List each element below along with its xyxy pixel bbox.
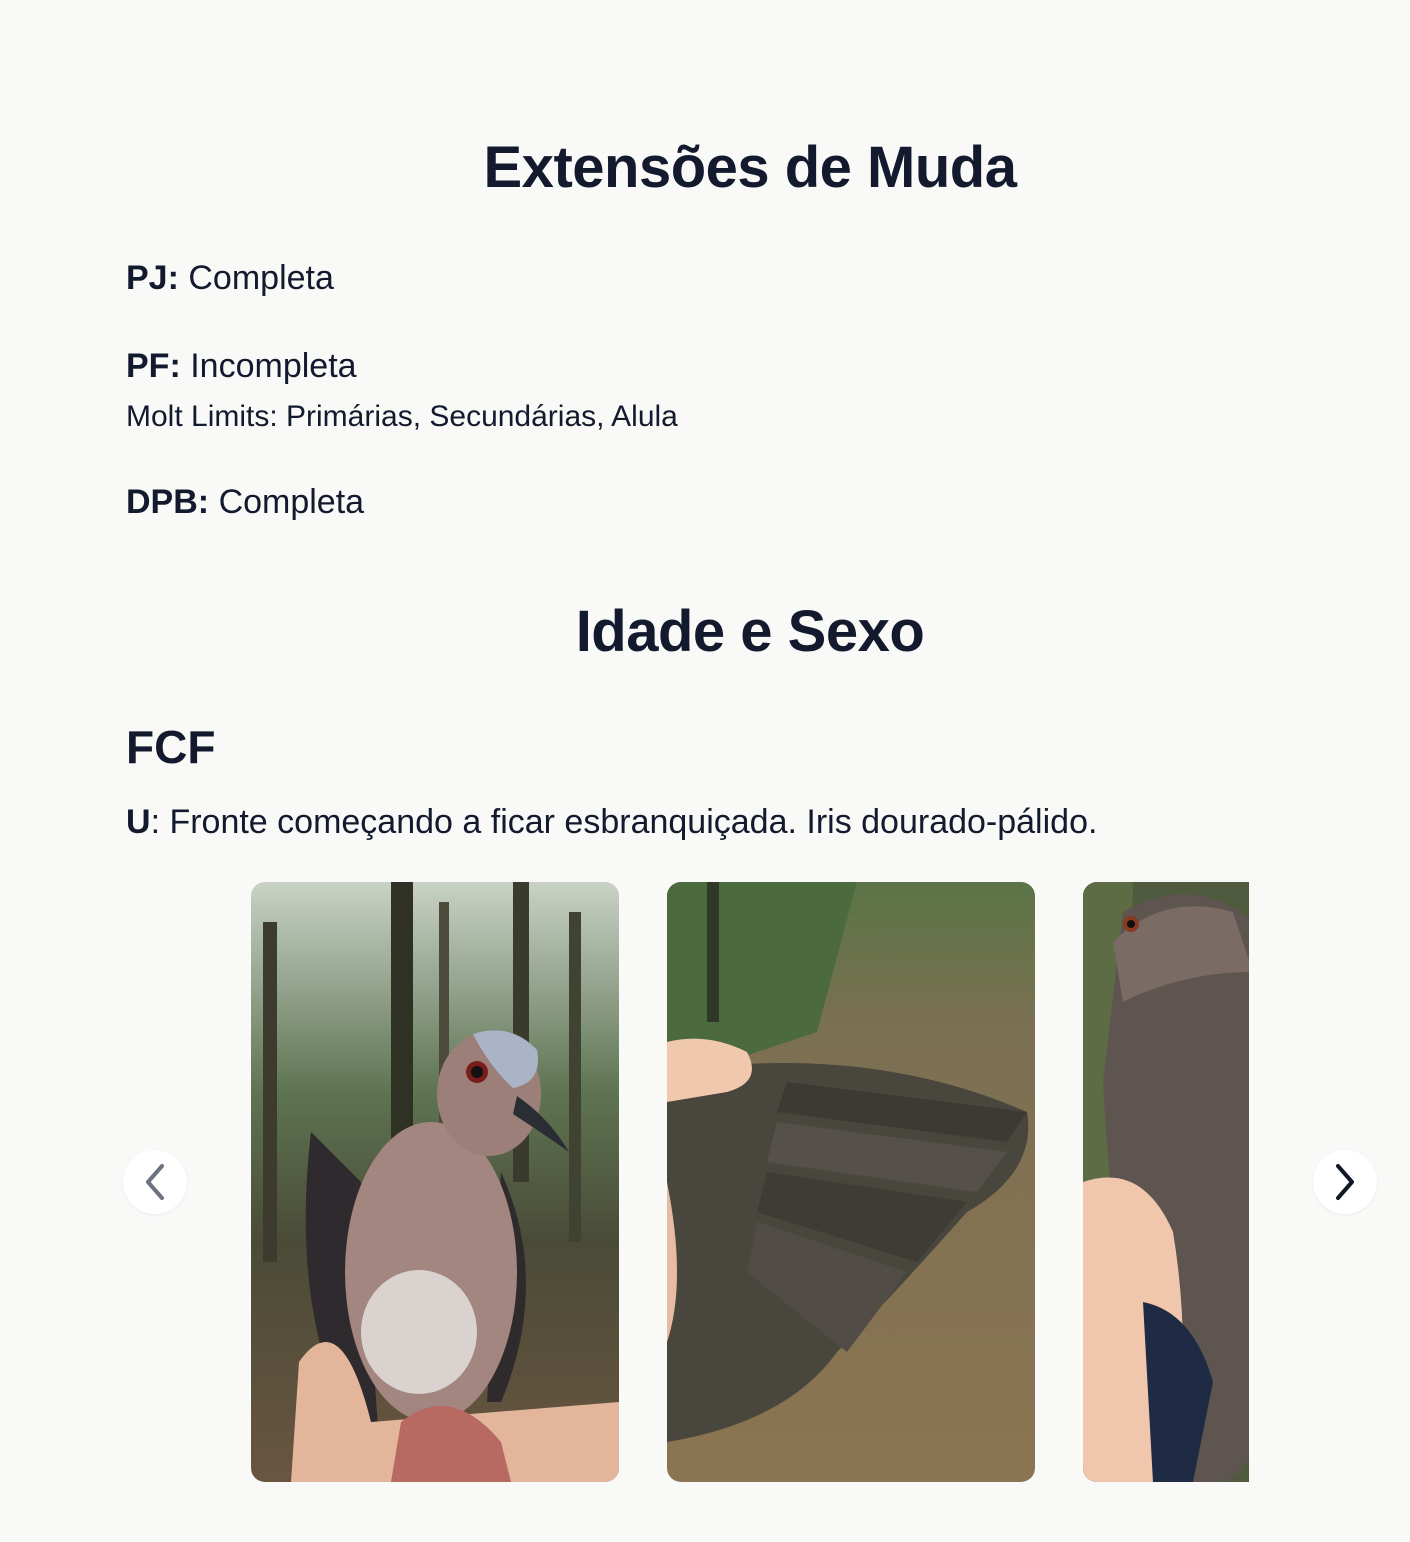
molt-pj-value: Completa xyxy=(188,259,334,297)
molt-pf-limits: Molt Limits: Primárias, Secundárias, Alu… xyxy=(126,400,678,433)
age-code-heading: FCF xyxy=(126,721,216,773)
molt-pf-label: PF: xyxy=(126,347,181,385)
photo-carousel[interactable] xyxy=(251,882,1249,1482)
age-description: U: Fronte começando a ficar esbranquiçad… xyxy=(126,803,1097,842)
bird-front-photo-image xyxy=(251,882,619,1482)
chevron-right-icon xyxy=(1336,1164,1354,1200)
carousel-prev-button[interactable] xyxy=(123,1150,187,1214)
age-description-label: U xyxy=(126,803,151,841)
carousel-next-button[interactable] xyxy=(1313,1150,1377,1214)
molt-pj-row: PJ: Completa xyxy=(126,259,334,298)
bird-side-photo-image xyxy=(1083,882,1249,1482)
molt-pf-value: Incompleta xyxy=(190,347,357,385)
molt-dpb-value: Completa xyxy=(218,483,365,521)
bird-spread-wing-photo-image xyxy=(667,882,1035,1482)
bird-side-photo[interactable] xyxy=(1083,882,1249,1482)
bird-front-photo[interactable] xyxy=(251,882,619,1482)
molt-dpb-label: DPB: xyxy=(126,483,210,521)
chevron-left-icon xyxy=(146,1164,164,1200)
age-description-text: : Fronte começando a ficar esbranquiçada… xyxy=(150,803,1098,841)
molt-dpb-row: DPB: Completa xyxy=(126,483,364,522)
bird-spread-wing-photo[interactable] xyxy=(667,882,1035,1482)
age-sex-title: Idade e Sexo xyxy=(575,599,925,664)
molt-pj-label: PJ: xyxy=(126,259,179,297)
molt-pf-row: PF: Incompleta xyxy=(126,347,357,386)
molt-extensions-title: Extensões de Muda xyxy=(483,135,1017,200)
